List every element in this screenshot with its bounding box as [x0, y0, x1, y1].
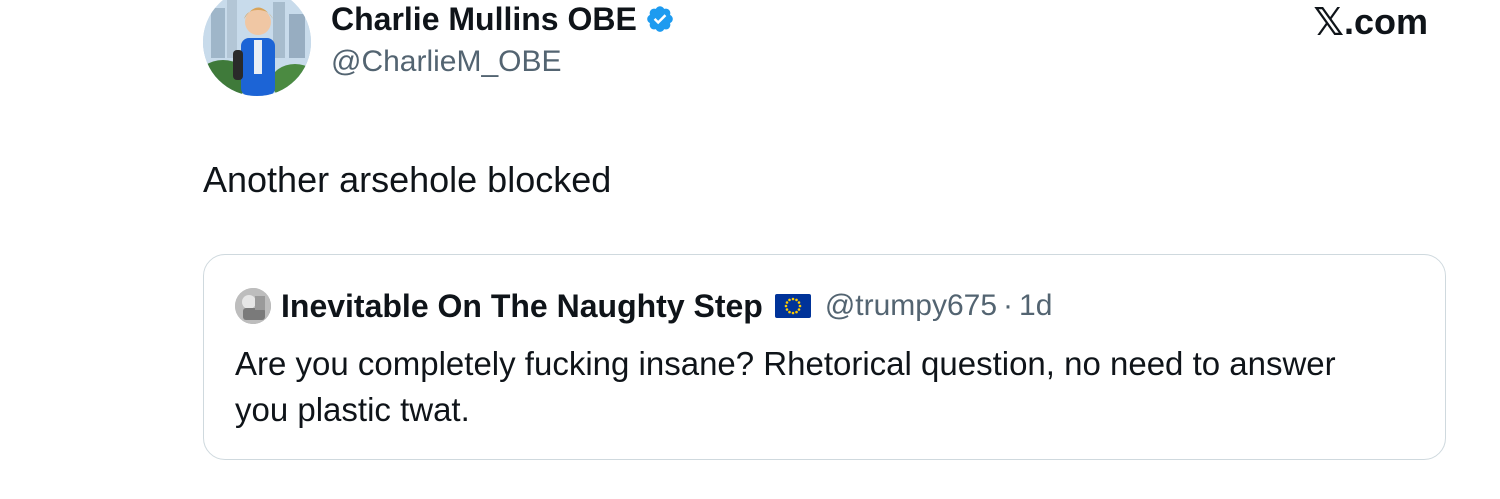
meta-separator: ·: [1003, 289, 1014, 322]
x-logo-icon: 𝕏: [1313, 0, 1344, 44]
author-avatar[interactable]: [203, 0, 311, 96]
quoted-text-line-2: you plastic twat.: [235, 391, 470, 428]
quoted-tweet-text: Are you completely fucking insane? Rheto…: [235, 341, 1425, 433]
quoted-display-name[interactable]: Inevitable On The Naughty Step: [281, 286, 763, 326]
author-name-row[interactable]: Charlie Mullins OBE: [331, 0, 675, 38]
author-photo-icon: [203, 0, 311, 96]
author-display-name[interactable]: Charlie Mullins OBE: [331, 0, 637, 38]
quoted-author-avatar[interactable]: [235, 288, 271, 324]
author-handle[interactable]: @CharlieM_OBE: [331, 44, 562, 80]
quoted-text-line-1: Are you completely fucking insane? Rheto…: [235, 345, 1336, 382]
eu-flag-icon: [774, 294, 811, 318]
quoted-handle[interactable]: @trumpy675: [825, 286, 997, 326]
quoted-tweet-card[interactable]: Inevitable On The Naughty Step @trumpy67…: [203, 254, 1446, 460]
quoted-tweet-header: Inevitable On The Naughty Step @trumpy67…: [235, 285, 1052, 327]
quoted-timestamp[interactable]: 1d: [1019, 286, 1052, 326]
tweet-text: Another arsehole blocked: [203, 159, 612, 200]
brand-label: .com: [1343, 1, 1428, 42]
quoted-avatar-photo-icon: [235, 288, 271, 324]
verified-badge-icon: [645, 4, 675, 34]
brand-logo: 𝕏 .com: [1313, 0, 1428, 44]
